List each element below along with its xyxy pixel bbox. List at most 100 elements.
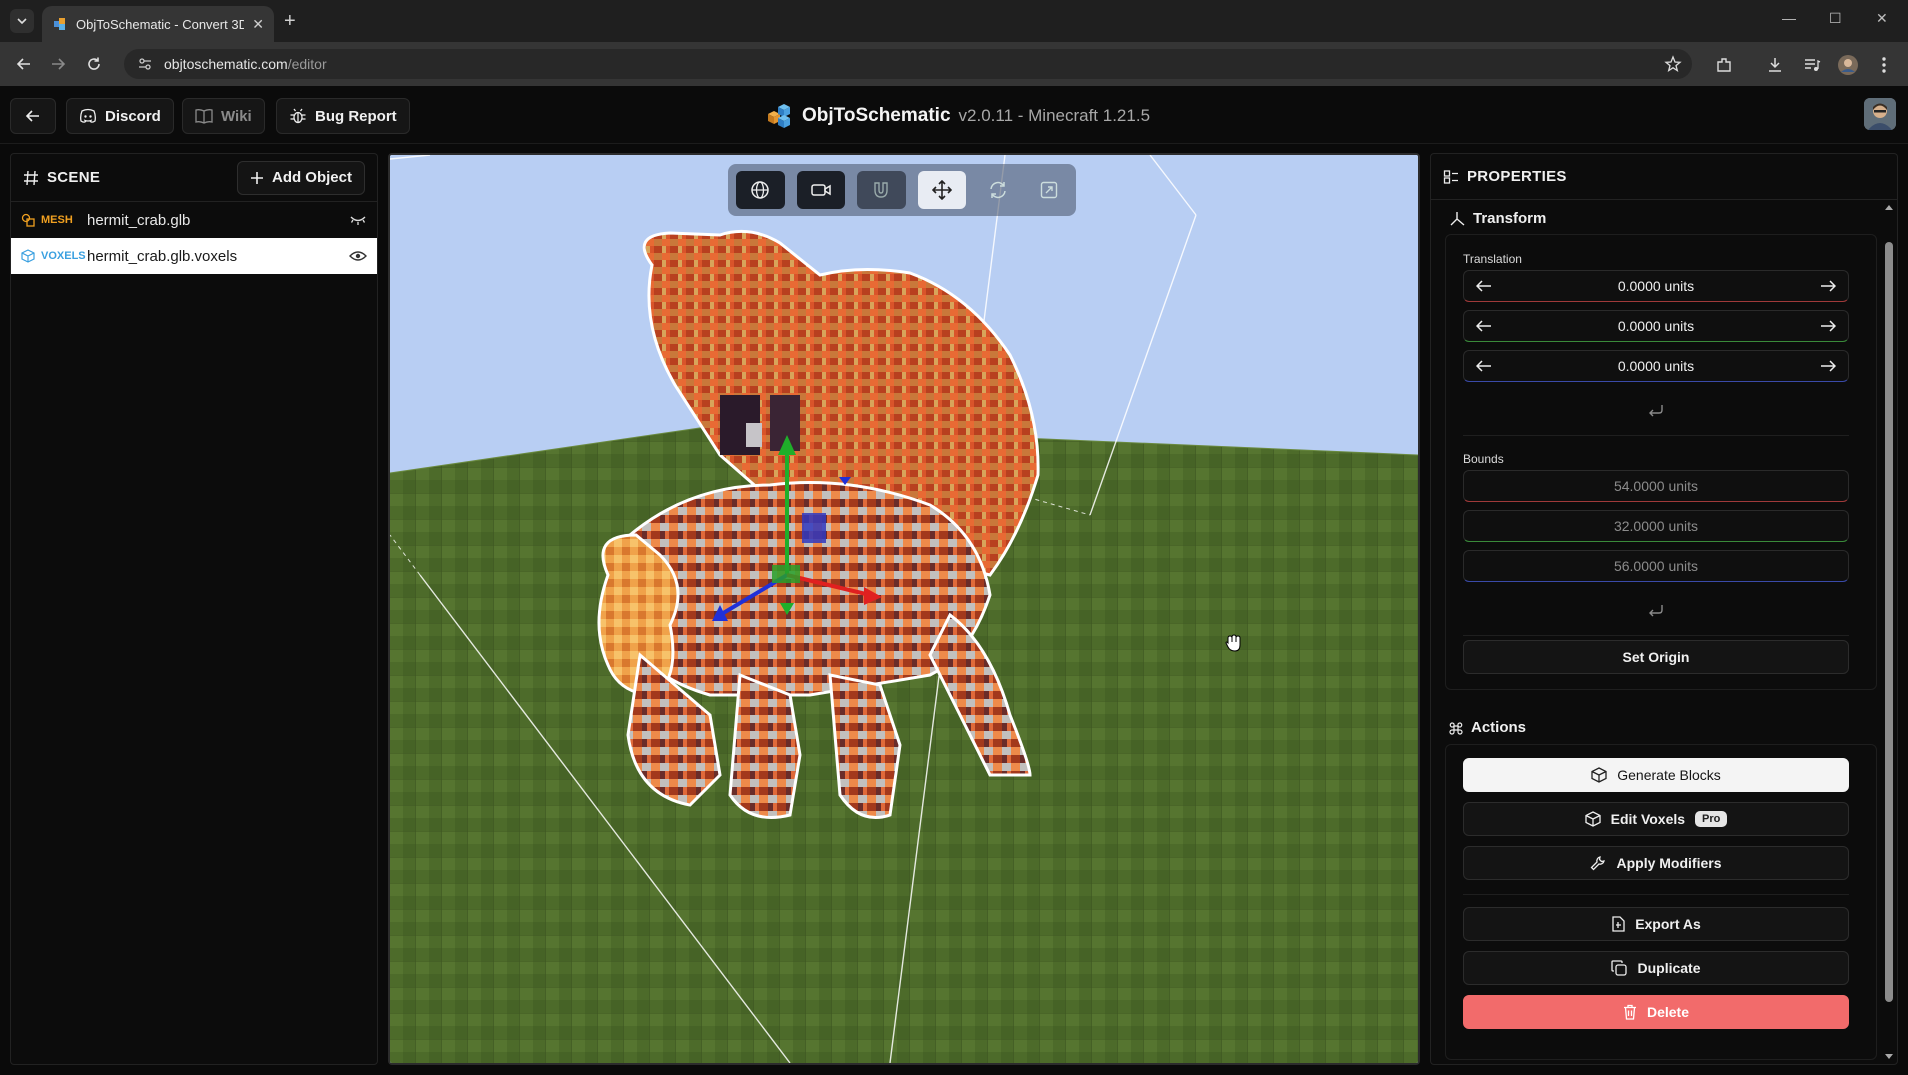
eye-icon[interactable] (349, 250, 367, 262)
export-as-label: Export As (1635, 916, 1701, 932)
set-origin-button[interactable]: Set Origin (1463, 640, 1849, 674)
media-controls-icon[interactable] (1801, 54, 1823, 76)
new-tab-button[interactable]: + (284, 10, 296, 33)
discord-icon (80, 108, 96, 123)
edit-voxels-button[interactable]: Edit Voxels Pro (1463, 802, 1849, 836)
app-name: ObjToSchematic (802, 105, 951, 126)
address-bar-row: objtoschematic.com/editor (0, 42, 1908, 86)
pro-badge: Pro (1695, 811, 1728, 827)
decrement-arrow-icon[interactable] (1476, 320, 1492, 332)
generate-blocks-button[interactable]: Generate Blocks (1463, 758, 1849, 792)
rotate-icon (989, 181, 1006, 199)
object-name: hermit_crab.glb (87, 211, 191, 229)
download-icon[interactable] (1764, 54, 1786, 76)
edit-voxels-label: Edit Voxels (1610, 811, 1686, 827)
back-nav-icon[interactable] (14, 54, 34, 74)
browser-tab[interactable]: ObjToSchematic - Convert 3D m ✕ (42, 6, 274, 42)
bounds-y-field: 32.0000 units (1463, 510, 1849, 542)
close-window-icon[interactable]: ✕ (1876, 10, 1888, 27)
translation-x-value: 0.0000 units (1617, 278, 1695, 294)
viewport-toolbar (728, 164, 1076, 216)
reset-bounds-button[interactable] (1646, 602, 1666, 618)
discord-button[interactable]: Discord (66, 98, 174, 134)
scroll-up-icon[interactable] (1883, 202, 1895, 212)
duplicate-button[interactable]: Duplicate (1463, 951, 1849, 985)
browser-tab-bar: ObjToSchematic - Convert 3D m ✕ + — ☐ ✕ (0, 0, 1908, 42)
tab-search-button[interactable] (10, 9, 34, 33)
viewport-scene-render[interactable] (390, 155, 1418, 1063)
copy-icon (1611, 960, 1628, 976)
apply-modifiers-label: Apply Modifiers (1616, 855, 1722, 871)
cube-icon (1584, 811, 1601, 827)
viewport-tool-camera[interactable] (796, 171, 846, 209)
properties-panel: PROPERTIES Transform Translation 0.0000 … (1430, 153, 1898, 1065)
bug-report-label: Bug Report (315, 107, 397, 125)
viewport-tool-rotate[interactable] (978, 171, 1017, 209)
translation-x-field[interactable]: 0.0000 units (1463, 270, 1849, 302)
translation-y-field[interactable]: 0.0000 units (1463, 310, 1849, 342)
cube-icon (1591, 767, 1607, 783)
reset-translation-button[interactable] (1646, 402, 1666, 418)
site-info-icon[interactable] (138, 57, 152, 71)
3d-viewport[interactable] (388, 153, 1420, 1065)
add-object-button[interactable]: Add Object (236, 160, 365, 195)
scrollbar-thumb[interactable] (1885, 242, 1893, 1002)
increment-arrow-icon[interactable] (1820, 320, 1836, 332)
wrench-icon (1591, 856, 1606, 871)
discord-label: Discord (105, 107, 161, 125)
app-header: Discord Wiki Bug Report ObjToSchematic v… (0, 86, 1908, 144)
user-avatar[interactable] (1864, 98, 1896, 130)
tab-close-icon[interactable]: ✕ (252, 16, 264, 33)
delete-label: Delete (1646, 1004, 1690, 1020)
forward-nav-icon[interactable] (48, 54, 68, 74)
url-path: /editor (287, 56, 327, 72)
translation-z-field[interactable]: 0.0000 units (1463, 350, 1849, 382)
bounds-x-value: 54.0000 units (1613, 478, 1699, 494)
properties-header: PROPERTIES (1431, 154, 1897, 200)
profile-avatar-icon[interactable] (1837, 54, 1859, 76)
bounds-x-field: 54.0000 units (1463, 470, 1849, 502)
app-version: v2.0.11 - Minecraft 1.21.5 (958, 106, 1151, 125)
object-type-label: VOXELS (41, 250, 86, 262)
reload-icon[interactable] (84, 54, 104, 74)
trash-icon (1623, 1004, 1636, 1020)
wiki-button[interactable]: Wiki (182, 98, 265, 134)
increment-arrow-icon[interactable] (1820, 360, 1836, 372)
arrow-left-icon (25, 110, 39, 122)
url-omnibox[interactable]: objtoschematic.com/editor (124, 49, 1692, 79)
extensions-icon[interactable] (1713, 54, 1735, 76)
export-as-button[interactable]: Export As (1463, 907, 1849, 941)
back-button[interactable] (10, 98, 56, 134)
tab-title: ObjToSchematic - Convert 3D m (76, 16, 245, 32)
scene-object-row-voxels[interactable]: VOXELS hermit_crab.glb.voxels (11, 238, 377, 274)
translation-y-value: 0.0000 units (1617, 318, 1695, 334)
scroll-down-icon[interactable] (1883, 1052, 1895, 1062)
delete-button[interactable]: Delete (1463, 995, 1849, 1029)
bug-report-button[interactable]: Bug Report (276, 98, 410, 134)
translation-label: Translation (1463, 252, 1522, 266)
decrement-arrow-icon[interactable] (1476, 280, 1492, 292)
apply-modifiers-button[interactable]: Apply Modifiers (1463, 846, 1849, 880)
undo-icon (1649, 405, 1663, 417)
scene-object-row-mesh[interactable]: MESH hermit_crab.glb (11, 202, 377, 238)
duplicate-label: Duplicate (1637, 960, 1701, 976)
minimize-icon[interactable]: — (1782, 10, 1796, 26)
decrement-arrow-icon[interactable] (1476, 360, 1492, 372)
favicon-icon (54, 18, 65, 30)
eye-closed-icon[interactable] (349, 214, 367, 226)
magnet-icon (874, 182, 889, 198)
axis-icon (1450, 211, 1465, 226)
bookmark-star-icon[interactable] (1664, 55, 1682, 73)
increment-arrow-icon[interactable] (1820, 280, 1836, 292)
undo-icon (1649, 605, 1663, 617)
generate-blocks-label: Generate Blocks (1617, 767, 1721, 783)
browser-menu-icon[interactable] (1873, 54, 1895, 76)
viewport-tool-move[interactable] (917, 171, 967, 209)
viewport-tool-globe[interactable] (736, 171, 785, 209)
bounds-z-value: 56.0000 units (1613, 558, 1699, 574)
object-type-label: MESH (41, 214, 73, 226)
maximize-icon[interactable]: ☐ (1829, 10, 1842, 27)
viewport-tool-scale[interactable] (1029, 171, 1068, 209)
viewport-tool-magnet[interactable] (857, 171, 906, 209)
list-settings-icon (1443, 169, 1458, 184)
